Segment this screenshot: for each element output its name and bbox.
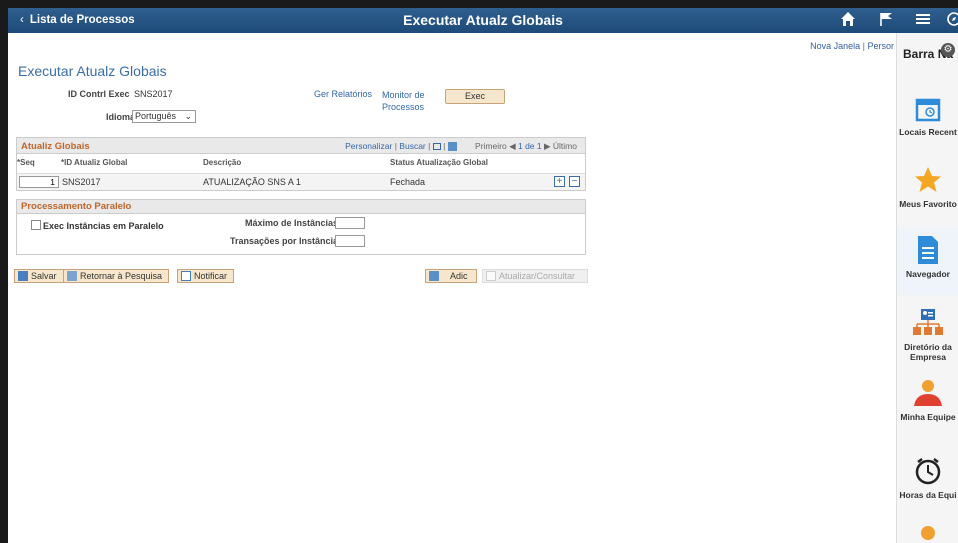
calendar-icon — [915, 98, 941, 122]
grid-header: Atualiz Globais Personalizar | Buscar | … — [17, 138, 585, 154]
tile-company-directory[interactable]: Diretório da Empresa — [897, 308, 958, 362]
personalize-page-link[interactable]: Persor — [867, 41, 894, 51]
language-selected: Português — [135, 111, 177, 121]
col-status: Status Atualização Global — [390, 158, 488, 167]
tile-navigator[interactable]: Navegador — [897, 227, 958, 295]
chevron-down-icon: ⌄ — [184, 111, 192, 121]
grid-personalize-link[interactable]: Personalizar — [345, 141, 392, 151]
tile-label: Minha Equipe — [900, 412, 956, 422]
new-window-link[interactable]: Nova Janela — [810, 41, 860, 51]
tile-my-favorites[interactable]: Meus Favorito — [897, 165, 958, 209]
tx-per-instance-label: Transações por Instância — [230, 236, 339, 246]
update-display-label: Atualizar/Consultar — [499, 271, 576, 281]
grid-navigation: Personalizar | Buscar | | Primeiro ◀ 1 d… — [345, 141, 577, 152]
grid-first-label[interactable]: Primeiro — [475, 141, 507, 151]
gear-icon[interactable]: ⚙ — [941, 43, 955, 57]
notify-icon — [181, 271, 191, 281]
compass-icon[interactable] — [944, 11, 958, 31]
tile-label: Horas da Equi — [899, 490, 957, 500]
return-search-button[interactable]: Retornar à Pesquisa — [63, 269, 170, 283]
add-button[interactable]: Adic — [425, 269, 477, 283]
star-icon — [915, 167, 941, 192]
tx-per-instance-input[interactable] — [335, 235, 365, 247]
main-content: Nova Janela | Persor Executar Atualz Glo… — [8, 33, 896, 543]
add-label: Adic — [450, 271, 468, 281]
team-icon — [914, 380, 942, 406]
tile-label: Meus Favorito — [899, 199, 957, 209]
language-label: Idioma — [106, 112, 136, 122]
document-icon — [918, 236, 938, 264]
parallel-processing-section: Processamento Paralelo Exec Instâncias e… — [16, 199, 586, 255]
person-icon — [921, 526, 935, 540]
section-title: Processamento Paralelo — [17, 200, 585, 214]
row-description: ATUALIZAÇÃO SNS A 1 — [203, 177, 301, 187]
seq-input[interactable]: 1 — [19, 176, 59, 188]
save-label: Salvar — [31, 271, 57, 281]
grid-title: Atualiz Globais — [21, 141, 90, 152]
add-row-icon[interactable]: + — [554, 176, 565, 187]
navbar-panel: Barra Na ⚙ Locais Recent Meus Favorito N… — [896, 33, 958, 543]
save-icon — [18, 271, 28, 281]
download-grid-icon[interactable] — [447, 142, 457, 152]
grid-next-icon[interactable]: ▶ — [544, 141, 553, 151]
home-icon[interactable] — [838, 11, 858, 31]
page-title: Executar Atualz Globais — [18, 63, 167, 79]
run-control-value: SNS2017 — [134, 89, 173, 99]
update-display-button[interactable]: Atualizar/Consultar — [482, 269, 588, 283]
language-select[interactable]: Português ⌄ — [132, 110, 196, 123]
row-global-update-id: SNS2017 — [62, 177, 101, 187]
notify-button[interactable]: Notificar — [177, 269, 235, 283]
col-global-update-id: *ID Atualiz Global — [61, 158, 128, 167]
org-chart-icon — [913, 309, 943, 335]
clock-icon — [915, 458, 941, 485]
return-search-icon — [67, 271, 77, 281]
app-window: ‹ Lista de Processos Executar Atualz Glob… — [8, 8, 958, 543]
page-header-title: Executar Atualz Globais — [403, 12, 563, 28]
return-search-label: Retornar à Pesquisa — [80, 271, 163, 281]
col-description: Descrição — [203, 158, 242, 167]
tile-recent-places[interactable]: Locais Recent — [897, 95, 958, 137]
max-instances-label: Máximo de Instâncias — [245, 218, 339, 228]
menu-icon[interactable] — [913, 11, 933, 31]
flag-icon[interactable] — [876, 11, 896, 31]
add-icon — [429, 271, 439, 281]
parallel-checkbox-label: Exec Instâncias em Paralelo — [43, 221, 164, 231]
global-updates-grid: Atualiz Globais Personalizar | Buscar | … — [16, 137, 586, 191]
grid-prev-icon[interactable]: ◀ — [509, 141, 518, 151]
table-row: 1 SNS2017 ATUALIZAÇÃO SNS A 1 Fechada + … — [17, 174, 585, 190]
save-button[interactable]: Salvar — [14, 269, 64, 283]
grid-range: 1 de 1 — [517, 141, 542, 151]
tile-partial[interactable] — [897, 523, 958, 543]
run-control-label: ID Contrl Exec — [68, 89, 130, 99]
tile-team-hours[interactable]: Horas da Equi — [897, 456, 958, 500]
report-manager-link[interactable]: Ger Relatórios — [314, 89, 372, 99]
col-seq: *Seq — [17, 158, 35, 167]
notify-label: Notificar — [194, 271, 228, 281]
grid-find-link[interactable]: Buscar — [399, 141, 425, 151]
tile-label: Navegador — [906, 269, 950, 279]
row-status: Fechada — [390, 177, 426, 187]
grid-last-label[interactable]: Último — [553, 141, 577, 151]
tile-label: Locais Recent — [899, 127, 957, 137]
parallel-checkbox[interactable] — [31, 220, 41, 230]
tile-my-team[interactable]: Minha Equipe — [897, 378, 958, 422]
view-all-icon[interactable] — [432, 143, 441, 151]
top-links: Nova Janela | Persor — [810, 41, 894, 51]
top-bar: ‹ Lista de Processos Executar Atualz Glob… — [8, 8, 958, 33]
process-monitor-link[interactable]: Monitor de Processos — [382, 89, 438, 113]
update-display-icon — [486, 271, 496, 281]
tile-label: Diretório da Empresa — [904, 342, 952, 362]
max-instances-input[interactable] — [335, 217, 365, 229]
delete-row-icon[interactable]: − — [569, 176, 580, 187]
exec-button[interactable]: Exec — [445, 89, 505, 104]
grid-column-headers: *Seq *ID Atualiz Global Descrição Status… — [17, 154, 585, 174]
